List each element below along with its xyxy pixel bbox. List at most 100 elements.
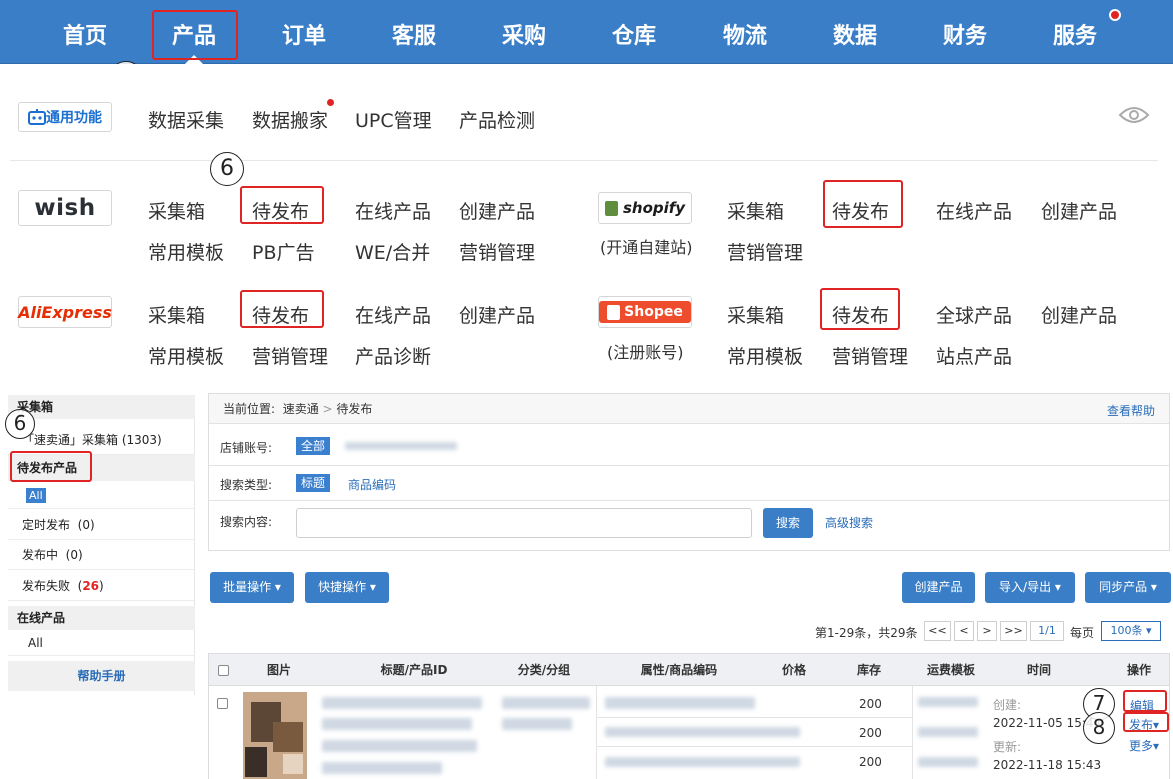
general-functions-logo: 通用功能 [18,102,112,132]
sidebar-item-scheduled[interactable]: 定时发布 (0) [8,510,195,540]
col-attributes: 属性/商品编码 [640,663,718,677]
wish-pb-ads[interactable]: PB广告 [252,238,315,265]
per-page-select[interactable]: 100条 ▾ [1101,621,1161,641]
wish-collect-box[interactable]: 采集箱 [148,197,205,224]
nav-orders[interactable]: 订单 [254,0,354,64]
sidebar-head-pending[interactable]: 待发布产品 [8,455,195,481]
create-product-button[interactable]: 创建产品 [902,572,975,603]
nav-home[interactable]: 首页 [35,0,135,64]
nav-data[interactable]: 数据 [805,0,905,64]
nav-warehouse[interactable]: 仓库 [584,0,684,64]
col-image: 图片 [266,663,291,677]
sidebar-head-collect: 采集箱 [8,395,195,419]
shopee-global[interactable]: 全球产品 [936,301,1012,328]
pager-page[interactable]: 1/1 [1030,621,1064,641]
wish-create[interactable]: 创建产品 [459,197,535,224]
shopify-collect-box[interactable]: 采集箱 [727,197,784,224]
pager-last[interactable]: >> [1000,621,1027,641]
col-time: 时间 [1026,663,1051,677]
shopify-create[interactable]: 创建产品 [1041,197,1117,224]
menu-data-collect[interactable]: 数据采集 [148,106,224,133]
search-input[interactable] [296,508,752,538]
nav-purchase[interactable]: 采购 [474,0,574,64]
import-export-button[interactable]: 导入/导出 ▾ [985,572,1075,603]
shopify-online[interactable]: 在线产品 [936,197,1012,224]
nav-service[interactable]: 客服 [364,0,464,64]
ali-diagnosis[interactable]: 产品诊断 [355,342,431,369]
nav-finance[interactable]: 财务 [915,0,1015,64]
menu-data-migrate[interactable]: 数据搬家 [252,106,328,133]
nav-logistics[interactable]: 物流 [695,0,795,64]
shopee-collect-box[interactable]: 采集箱 [727,301,784,328]
pager-next[interactable]: > [977,621,997,641]
aliexpress-logo: AliExpress [18,296,112,328]
edit-link[interactable]: 编辑 [1130,697,1154,714]
aliexpress-logo-text: AliExpress [18,302,112,322]
search-type-label: 搜索类型: [220,478,273,492]
wish-online[interactable]: 在线产品 [355,197,431,224]
ali-templates[interactable]: 常用模板 [148,342,224,369]
shopify-marketing[interactable]: 营销管理 [727,238,803,265]
shopee-logo: Shopee [598,296,692,328]
sidebar-item-pending-all[interactable]: All [8,481,195,509]
sidebar-item-ali-collect[interactable]: 「速卖通」采集箱 (1303) [8,425,195,455]
shopee-sites[interactable]: 站点产品 [936,342,1012,369]
row-checkbox[interactable] [217,698,228,709]
shopee-templates[interactable]: 常用模板 [727,342,803,369]
breadcrumb-smt[interactable]: 速卖通 [283,402,319,416]
ali-pending[interactable]: 待发布 [252,301,309,328]
search-type-title[interactable]: 标题 [296,474,331,492]
pager-prev[interactable]: < [954,621,974,641]
shopee-marketing[interactable]: 营销管理 [832,342,908,369]
step-marker-6a: 6 [210,152,244,186]
shopify-logo: shopify [598,192,692,224]
col-price: 价格 [781,663,806,677]
all-badge: All [26,488,46,503]
shopee-register[interactable]: (注册账号) [607,339,684,363]
notification-dot [1109,9,1121,21]
ali-marketing[interactable]: 营销管理 [252,342,328,369]
wish-templates[interactable]: 常用模板 [148,238,224,265]
sync-products-button[interactable]: 同步产品 ▾ [1085,572,1171,603]
step-marker-6b: 6 [5,409,35,439]
wish-marketing[interactable]: 营销管理 [459,238,535,265]
advanced-search-link[interactable]: 高级搜索 [825,514,873,531]
view-help-link[interactable]: 查看帮助 [1107,402,1155,419]
menu-product-check[interactable]: 产品检测 [459,106,535,133]
breadcrumb: 当前位置: 速卖通 > 待发布 [209,394,1169,424]
search-type-code[interactable]: 商品编码 [348,476,396,493]
select-all-checkbox[interactable] [218,665,229,676]
wish-we-merge[interactable]: WE/合并 [355,238,430,265]
shopify-open-site[interactable]: (开通自建站) [600,234,693,258]
general-functions-label: 通用功能 [46,110,102,126]
ali-online[interactable]: 在线产品 [355,301,431,328]
search-button[interactable]: 搜索 [763,508,813,538]
quick-operations-button[interactable]: 快捷操作 ▾ [305,572,389,603]
pager-first[interactable]: << [924,621,951,641]
publish-dropdown[interactable]: 发布▾ [1129,716,1159,733]
help-manual-button[interactable]: 帮助手册 [8,661,195,691]
sidebar-head-online: 在线产品 [8,606,195,630]
nav-product[interactable]: 产品 [144,0,244,64]
ali-create[interactable]: 创建产品 [459,301,535,328]
sidebar-item-online-all[interactable]: All [8,630,195,656]
pager-summary: 第1-29条，共29条 [815,626,918,640]
sidebar-item-publishing[interactable]: 发布中 (0) [8,540,195,570]
batch-operations-button[interactable]: 批量操作 ▾ [210,572,294,603]
shopify-pending[interactable]: 待发布 [832,197,889,224]
sidebar-item-failed[interactable]: 发布失败 (26) [8,571,195,601]
shop-all-chip[interactable]: 全部 [296,437,331,455]
stock-value: 200 [859,726,882,740]
wish-logo-text: wish [34,195,96,221]
failed-count: 26 [82,579,100,593]
shopee-create[interactable]: 创建产品 [1041,301,1117,328]
eye-icon[interactable] [1118,105,1150,125]
shopee-pending[interactable]: 待发布 [832,301,889,328]
wish-pending[interactable]: 待发布 [252,197,309,224]
ali-collect-box[interactable]: 采集箱 [148,301,205,328]
menu-upc[interactable]: UPC管理 [355,106,432,133]
more-dropdown[interactable]: 更多▾ [1129,737,1159,754]
table-header: 图片 标题/产品ID 分类/分组 属性/商品编码 价格 库存 运费模板 时间 操… [208,653,1170,686]
redacted-shop [345,442,457,450]
shop-account-label: 店铺账号: [220,441,273,455]
